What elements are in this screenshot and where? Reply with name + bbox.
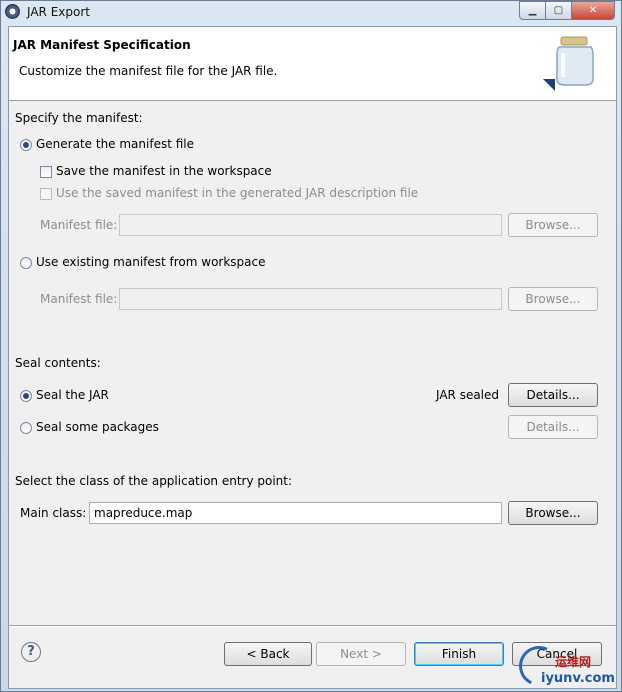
entry-point-section-label: Select the class of the application entr… [15,474,293,488]
finish-button[interactable]: Finish [414,642,504,666]
seal-jar-radio[interactable] [20,390,32,402]
eclipse-icon [5,4,20,19]
back-button[interactable]: < Back [224,642,312,666]
manifest-section-label: Specify the manifest: [15,111,143,125]
packages-details-button[interactable]: Details... [508,415,598,439]
dialog-client-area: JAR Manifest Specification Customize the… [8,26,617,689]
existing-manifest-browse-button[interactable]: Browse... [508,287,598,311]
watermark-text-url: iyunv.com [541,671,615,686]
wizard-header: JAR Manifest Specification Customize the… [9,27,616,101]
seal-jar-label[interactable]: Seal the JAR [36,388,109,402]
jar-details-button[interactable]: Details... [508,383,598,407]
watermark-text-cn: 运维网 [555,655,592,669]
minimize-button[interactable]: ▁ [519,1,546,20]
existing-manifest-file-input[interactable] [119,288,502,310]
generated-manifest-file-label: Manifest file: [40,218,118,232]
generate-manifest-label[interactable]: Generate the manifest file [36,137,194,151]
use-saved-manifest-checkbox[interactable] [40,188,52,200]
save-manifest-label[interactable]: Save the manifest in the workspace [56,164,272,178]
next-button[interactable]: Next > [316,642,406,666]
seal-packages-radio[interactable] [20,422,32,434]
generate-manifest-radio[interactable] [20,139,32,151]
generated-manifest-browse-button[interactable]: Browse... [508,213,598,237]
generated-manifest-file-input[interactable] [119,214,502,236]
title-bar[interactable]: JAR Export ▁ ▢ ✕ [1,1,621,23]
use-saved-manifest-label: Use the saved manifest in the generated … [56,186,419,200]
main-class-browse-button[interactable]: Browse... [508,501,598,525]
window-controls: ▁ ▢ ✕ [519,1,615,20]
seal-packages-label[interactable]: Seal some packages [36,420,159,434]
main-class-label: Main class: [20,506,87,520]
existing-manifest-radio[interactable] [20,257,32,269]
existing-manifest-file-label: Manifest file: [40,292,118,306]
footer-separator [9,625,616,627]
jar-sealed-status: JAR sealed [436,388,500,402]
maximize-button[interactable]: ▢ [546,1,572,20]
help-icon[interactable]: ? [21,642,41,662]
save-manifest-checkbox[interactable] [40,166,52,178]
main-class-input[interactable]: mapreduce.map [89,502,502,524]
page-title: JAR Manifest Specification [13,38,191,52]
window-title: JAR Export [27,5,90,19]
existing-manifest-label[interactable]: Use existing manifest from workspace [36,255,266,269]
jar-icon [543,36,594,91]
jar-export-window: JAR Export ▁ ▢ ✕ JAR Manifest Specificat… [0,0,622,692]
close-button[interactable]: ✕ [572,1,615,20]
page-description: Customize the manifest file for the JAR … [19,64,278,78]
seal-section-label: Seal contents: [15,356,101,370]
